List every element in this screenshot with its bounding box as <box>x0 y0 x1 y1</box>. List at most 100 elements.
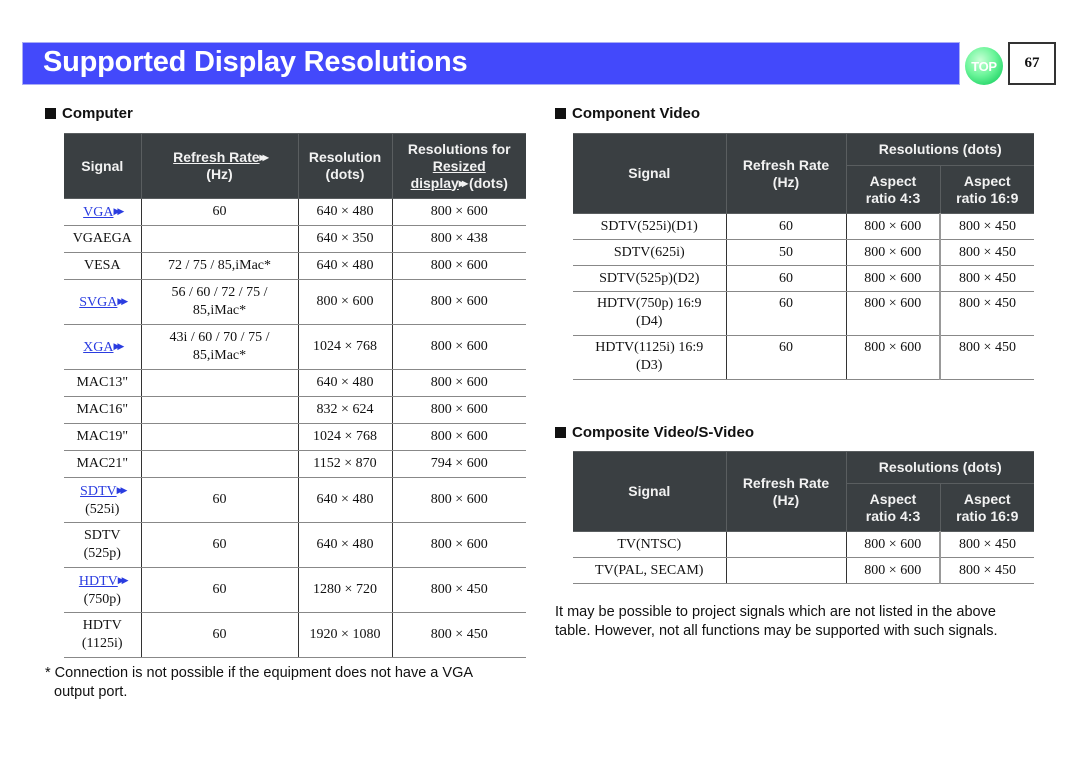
glossary-arrow-icon: ▶▶ <box>116 485 128 495</box>
aspect-16-9-cell: 800 × 450 <box>939 335 1034 380</box>
glossary-arrow-icon: ▶▶ <box>117 575 129 585</box>
refresh-cell: 43i / 60 / 70 / 75 /85,iMac* <box>140 324 299 370</box>
page-number-box: 67 <box>1008 42 1056 85</box>
signal-link[interactable]: HDTV <box>79 574 118 589</box>
table-row: XGA▶▶ 43i / 60 / 70 / 75 /85,iMac* 1024 × … <box>64 324 526 370</box>
square-bullet-icon <box>555 427 566 438</box>
signal-cell[interactable]: SVGA▶▶ <box>64 279 142 325</box>
signal-cell: TV(PAL, SECAM) <box>573 557 727 584</box>
signal-cell[interactable]: XGA▶▶ <box>64 324 142 370</box>
refresh-cell: 60 <box>725 265 847 292</box>
table-row: SVGA▶▶ 56 / 60 / 72 / 75 /85,iMac* 800 × 6… <box>64 279 526 325</box>
table-row: VESA 72 / 75 / 85,iMac* 640 × 480 800 × 600 <box>64 252 526 280</box>
table-row: HDTV(1125i) 16:9 (D3) 60 800 × 600 800 × 450 <box>573 335 1034 380</box>
table-row: TV(NTSC) 800 × 600 800 × 450 <box>573 531 1034 558</box>
table-row: MAC13" 640 × 480 800 × 600 <box>64 369 526 397</box>
glossary-arrow-icon: ▶▶ <box>117 296 128 306</box>
signal-cell: HDTV(750p) 16:9 (D4) <box>573 291 727 336</box>
square-bullet-icon <box>555 108 566 119</box>
refresh-cell: 60 <box>725 335 847 380</box>
resolution-cell: 1280 × 720 <box>297 567 393 613</box>
signal-link[interactable]: SVGA <box>79 295 117 310</box>
title-bar: Supported Display Resolutions <box>22 42 960 85</box>
computer-table: Signal Refresh Rate▶▶ (Hz) Resolution (do… <box>64 133 526 658</box>
col-header-refresh-rate[interactable]: Refresh Rate▶▶ (Hz) <box>140 133 299 199</box>
resized-cell: 800 × 600 <box>391 396 526 424</box>
refresh-cell <box>140 423 299 451</box>
aspect-4-3-cell: 800 × 600 <box>845 291 941 336</box>
resized-cell: 800 × 600 <box>391 252 526 280</box>
signal-text: HDTV <box>82 618 122 633</box>
resolution-cell: 640 × 480 <box>297 369 393 397</box>
refresh-cell <box>140 450 299 478</box>
resolution-cell: 640 × 480 <box>297 522 393 568</box>
resolution-cell: 640 × 480 <box>297 252 393 280</box>
signal-cell[interactable]: HDTV▶▶ (750p) <box>64 567 142 613</box>
table-row: SDTV (525p) 60 640 × 480 800 × 600 <box>64 522 526 568</box>
refresh-cell <box>725 557 847 584</box>
signal-cell[interactable]: SDTV▶▶ (525i) <box>64 477 142 523</box>
aspect-4-3-cell: 800 × 600 <box>845 531 941 558</box>
top-button-label: TOP <box>971 58 997 74</box>
resized-cell: 800 × 438 <box>391 225 526 253</box>
resolution-cell: 640 × 480 <box>297 198 393 226</box>
refresh-cell: 60 <box>140 612 299 658</box>
col-header-resolutions: Resolutions (dots) <box>845 133 1034 166</box>
table-row: VGAEGA 640 × 350 800 × 438 <box>64 225 526 253</box>
computer-heading: Computer <box>45 105 133 122</box>
signal-text: VESA <box>83 258 121 273</box>
resolution-cell: 1024 × 768 <box>297 324 393 370</box>
composite-note: It may be possible to project signals wh… <box>555 604 998 639</box>
signal-cell[interactable]: VGA▶▶ <box>64 198 142 226</box>
composite-video-table: Signal Refresh Rate (Hz) Resolutions (dot… <box>573 451 1034 584</box>
display-link[interactable]: display <box>411 175 459 191</box>
refresh-rate-link[interactable]: Refresh Rate <box>173 149 259 165</box>
resolution-cell: 640 × 480 <box>297 477 393 523</box>
col-header-aspect-16-9: Aspect ratio 16:9 <box>939 165 1034 214</box>
signal-cell: SDTV (525p) <box>64 522 142 568</box>
refresh-cell: 60 <box>725 213 847 240</box>
signal-link[interactable]: VGA <box>83 205 113 220</box>
signal-text: MAC19" <box>76 429 129 444</box>
refresh-cell: 60 <box>725 291 847 336</box>
table-row: TV(PAL, SECAM) 800 × 600 800 × 450 <box>573 557 1034 584</box>
glossary-arrow-icon: ▶▶ <box>113 341 125 351</box>
signal-cell: MAC21" <box>64 450 142 478</box>
resized-cell: 800 × 600 <box>391 522 526 568</box>
signal-text: MAC13" <box>76 375 129 390</box>
signal-cell: MAC19" <box>64 423 142 451</box>
signal-cell: TV(NTSC) <box>573 531 727 558</box>
component-video-heading: Component Video <box>555 105 700 122</box>
table-row: MAC16" 832 × 624 800 × 600 <box>64 396 526 424</box>
signal-subtext: (1125i) <box>81 636 123 651</box>
aspect-16-9-cell: 800 × 450 <box>939 265 1034 292</box>
signal-subtext: (525p) <box>83 546 121 561</box>
col-header-resolutions: Resolutions (dots) <box>845 451 1034 484</box>
composite-video-heading: Composite Video/S-Video <box>555 424 754 441</box>
aspect-16-9-cell: 800 × 450 <box>939 213 1034 240</box>
col-header-signal: Signal <box>64 133 142 199</box>
refresh-cell: 60 <box>140 477 299 523</box>
table-row: HDTV▶▶ (750p) 60 1280 × 720 800 × 450 <box>64 567 526 613</box>
table-row: SDTV(525p)(D2) 60 800 × 600 800 × 450 <box>573 265 1034 292</box>
signal-link[interactable]: SDTV <box>80 484 117 499</box>
signal-text: VGAEGA <box>72 231 132 246</box>
refresh-cell: 60 <box>140 522 299 568</box>
col-header-resized: Resolutions for Resized display▶▶ (dots) <box>391 133 526 199</box>
signal-cell: MAC16" <box>64 396 142 424</box>
signal-link[interactable]: XGA <box>83 340 113 355</box>
page-title: Supported Display Resolutions <box>43 46 468 78</box>
top-button[interactable]: TOP <box>965 47 1003 85</box>
aspect-16-9-cell: 800 × 450 <box>939 239 1034 266</box>
resized-link[interactable]: Resized <box>433 158 486 174</box>
resized-cell: 800 × 450 <box>391 567 526 613</box>
col-header-refresh-rate: Refresh Rate (Hz) <box>725 133 847 214</box>
resolution-cell: 1920 × 1080 <box>297 612 393 658</box>
resized-cell: 800 × 600 <box>391 369 526 397</box>
refresh-cell <box>140 225 299 253</box>
table-row: MAC21" 1152 × 870 794 × 600 <box>64 450 526 478</box>
signal-text: MAC16" <box>76 402 129 417</box>
component-video-table: Signal Refresh Rate (Hz) Resolutions (dot… <box>573 133 1034 380</box>
resized-cell: 800 × 600 <box>391 477 526 523</box>
signal-subtext: (750p) <box>83 592 121 607</box>
